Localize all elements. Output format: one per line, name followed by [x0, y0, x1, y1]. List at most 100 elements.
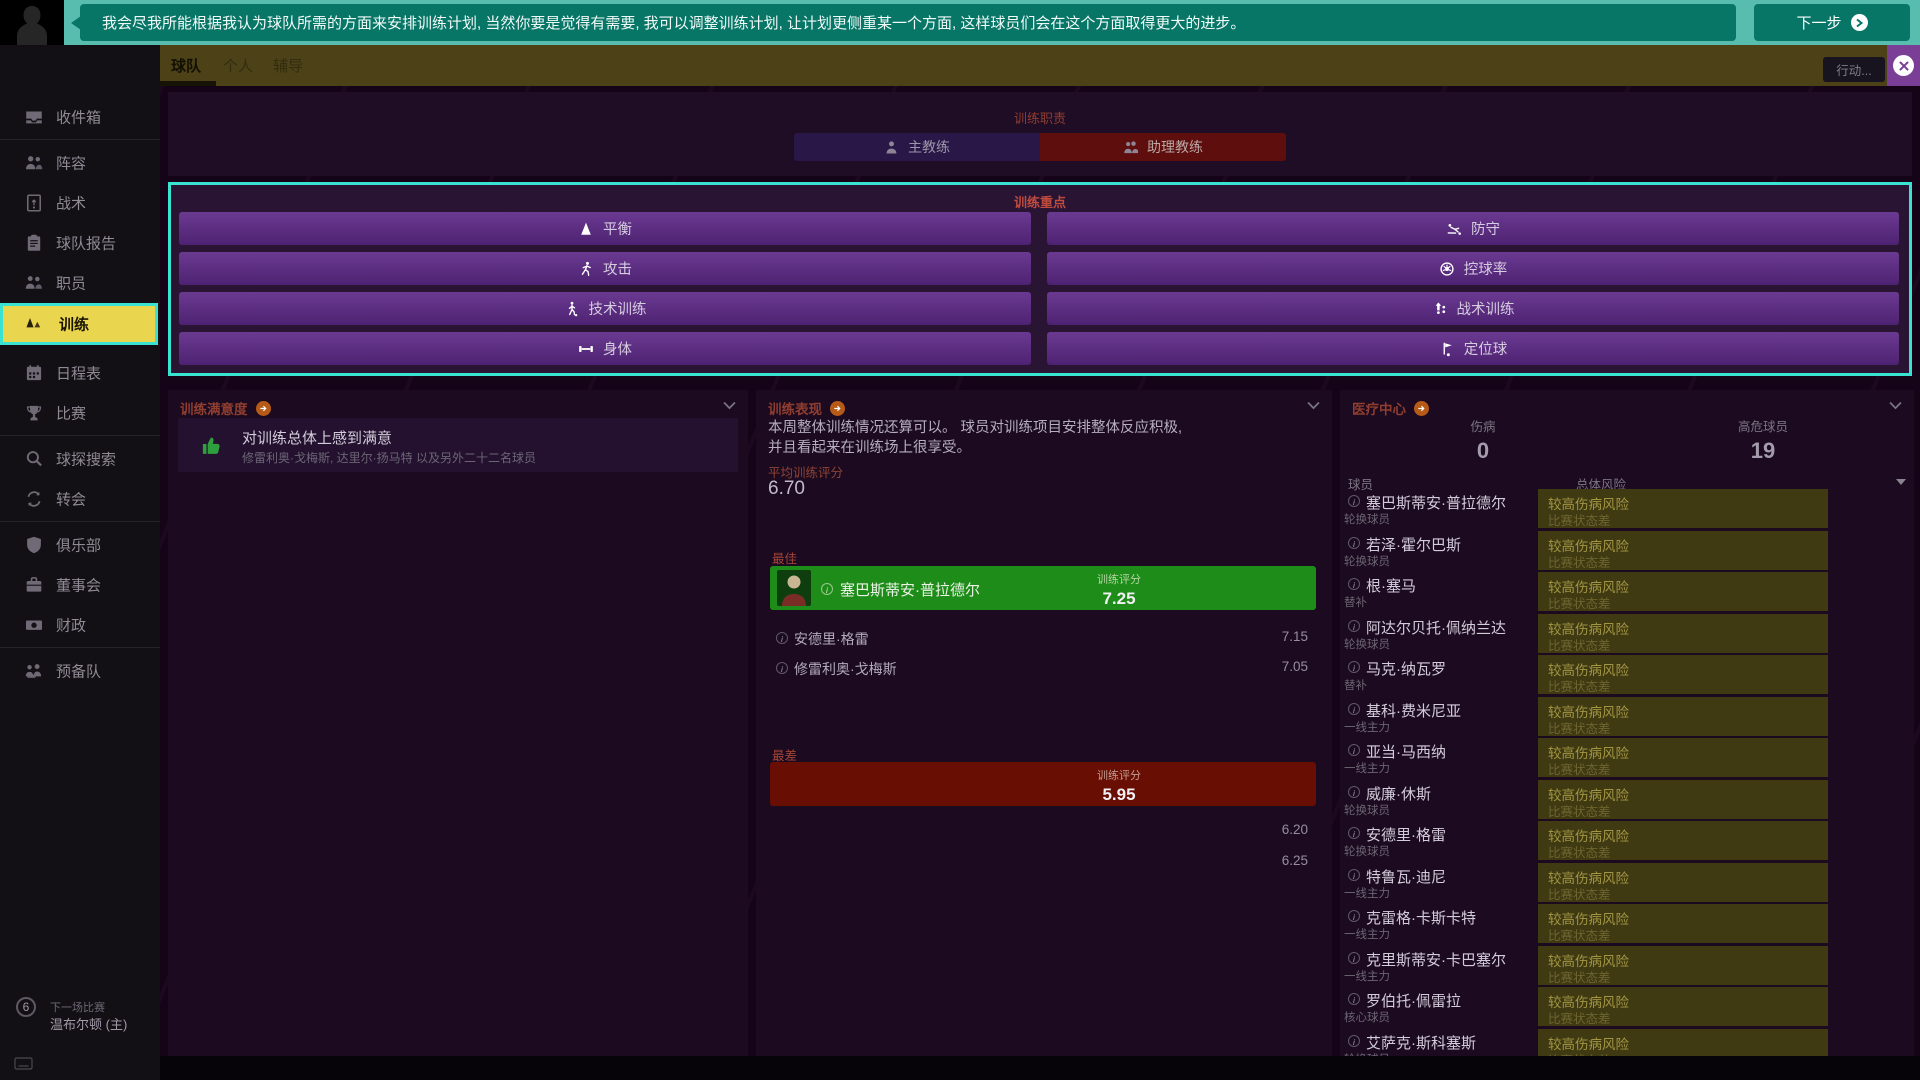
go-to-arrow-icon[interactable]	[830, 401, 845, 416]
info-icon[interactable]	[1348, 1035, 1360, 1047]
satisfaction-card[interactable]: 对训练总体上感到满意 修雷利奥·戈梅斯, 达里尔·扬马特 以及另外二十二名球员	[178, 418, 738, 472]
focus-button-possession[interactable]: 控球率	[1047, 252, 1899, 285]
player-name[interactable]: 艾萨克·斯科塞斯	[1366, 1032, 1476, 1053]
medical-player-row[interactable]: 塞巴斯蒂安·普拉德尔轮换球员较高伤病风险比赛状态差	[1340, 488, 1914, 530]
info-icon[interactable]	[1348, 910, 1360, 922]
tab-team[interactable]: 球队	[162, 45, 210, 86]
focus-button-attacking[interactable]: 攻击	[179, 252, 1031, 285]
rating-row[interactable]: 安德里·格雷7.15	[770, 622, 1316, 652]
sort-descending-icon[interactable]	[1896, 479, 1906, 485]
sidebar-item-inbox[interactable]: 收件箱	[0, 97, 160, 137]
sidebar-item-club[interactable]: 俱乐部	[0, 525, 160, 565]
player-name[interactable]: 根·塞马	[1366, 575, 1416, 596]
player-name[interactable]: 亚当·马西纳	[1366, 741, 1446, 762]
injury-risk-badge[interactable]: 较高伤病风险比赛状态差	[1538, 572, 1828, 611]
keyboard-icon[interactable]	[14, 1057, 33, 1070]
focus-button-technical[interactable]: 技术训练	[179, 292, 1031, 325]
player-name[interactable]: 若泽·霍尔巴斯	[1366, 534, 1461, 555]
injury-risk-badge[interactable]: 较高伤病风险比赛状态差	[1538, 946, 1828, 985]
rating-row[interactable]: 6.25	[770, 846, 1316, 876]
injury-risk-badge[interactable]: 较高伤病风险比赛状态差	[1538, 697, 1828, 736]
player-name[interactable]: 塞巴斯蒂安·普拉德尔	[1366, 492, 1506, 513]
focus-button-set-pieces[interactable]: 定位球	[1047, 332, 1899, 365]
info-icon[interactable]	[1348, 827, 1360, 839]
worst-player-row[interactable]: 训练评分 5.95	[770, 762, 1316, 806]
player-name[interactable]: 威廉·休斯	[1366, 783, 1431, 804]
injury-risk-badge[interactable]: 较高伤病风险比赛状态差	[1538, 531, 1828, 570]
chevron-down-icon[interactable]	[1307, 401, 1320, 410]
sidebar-item-finances[interactable]: 财政	[0, 605, 160, 645]
medical-player-row[interactable]: 亚当·马西纳一线主力较高伤病风险比赛状态差	[1340, 737, 1914, 779]
medical-player-row[interactable]: 若泽·霍尔巴斯轮换球员较高伤病风险比赛状态差	[1340, 530, 1914, 572]
medical-player-row[interactable]: 威廉·休斯轮换球员较高伤病风险比赛状态差	[1340, 779, 1914, 821]
medical-player-row[interactable]: 根·塞马替补较高伤病风险比赛状态差	[1340, 571, 1914, 613]
info-icon[interactable]	[1348, 495, 1360, 507]
medical-player-row[interactable]: 安德里·格雷轮换球员较高伤病风险比赛状态差	[1340, 820, 1914, 862]
close-button[interactable]	[1887, 45, 1920, 86]
duty-option-assistant-coach[interactable]: 助理教练	[1040, 133, 1286, 161]
focus-button-balanced[interactable]: 平衡	[179, 212, 1031, 245]
info-icon[interactable]	[1348, 952, 1360, 964]
medical-player-row[interactable]: 阿达尔贝托·佩纳兰达轮换球员较高伤病风险比赛状态差	[1340, 613, 1914, 655]
medical-player-row[interactable]: 特鲁瓦·迪尼一线主力较高伤病风险比赛状态差	[1340, 862, 1914, 904]
go-to-arrow-icon[interactable]	[1414, 401, 1429, 416]
player-name[interactable]: 马克·纳瓦罗	[1366, 658, 1446, 679]
sidebar-item-fixtures[interactable]: 比赛	[0, 393, 160, 433]
go-to-arrow-icon[interactable]	[256, 401, 271, 416]
medical-player-row[interactable]: 克雷格·卡斯卡特一线主力较高伤病风险比赛状态差	[1340, 903, 1914, 945]
info-icon[interactable]	[776, 662, 788, 674]
sidebar-item-team-report[interactable]: 球队报告	[0, 223, 160, 263]
player-name[interactable]: 安德里·格雷	[1366, 824, 1446, 845]
info-icon[interactable]	[776, 632, 788, 644]
player-name[interactable]: 阿达尔贝托·佩纳兰达	[1366, 617, 1506, 638]
sidebar-item-tactics[interactable]: 战术	[0, 183, 160, 223]
player-name[interactable]: 罗伯托·佩雷拉	[1366, 990, 1461, 1011]
injury-risk-badge[interactable]: 较高伤病风险比赛状态差	[1538, 738, 1828, 777]
info-icon[interactable]	[1348, 537, 1360, 549]
sidebar-item-schedule[interactable]: 日程表	[0, 353, 160, 393]
actions-button[interactable]: 行动...	[1823, 57, 1885, 82]
injury-risk-badge[interactable]: 较高伤病风险比赛状态差	[1538, 489, 1828, 528]
player-name[interactable]: 特鲁瓦·迪尼	[1366, 866, 1446, 887]
next-match-opponent[interactable]: 温布尔顿 (主)	[50, 1014, 127, 1033]
best-player-row[interactable]: 塞巴斯蒂安·普拉德尔 训练评分 7.25	[770, 566, 1316, 610]
info-icon[interactable]	[1348, 869, 1360, 881]
sidebar-item-squad[interactable]: 阵容	[0, 143, 160, 183]
focus-button-tactical[interactable]: 战术训练	[1047, 292, 1899, 325]
duty-option-head-coach[interactable]: 主教练	[794, 133, 1040, 161]
player-name[interactable]: 基科·费米尼亚	[1366, 700, 1461, 721]
focus-button-physical[interactable]: 身体	[179, 332, 1031, 365]
player-name[interactable]: 修雷利奥·戈梅斯	[794, 659, 897, 679]
tab-individual[interactable]: 个人	[214, 45, 262, 86]
injury-risk-badge[interactable]: 较高伤病风险比赛状态差	[1538, 987, 1828, 1026]
sidebar-item-reserves[interactable]: 预备队	[0, 651, 160, 691]
injury-risk-badge[interactable]: 较高伤病风险比赛状态差	[1538, 821, 1828, 860]
chevron-down-icon[interactable]	[723, 401, 736, 410]
sidebar-item-training[interactable]: 训练	[0, 303, 158, 345]
info-icon[interactable]	[1348, 661, 1360, 673]
sidebar-item-staff[interactable]: 职员	[0, 263, 160, 303]
info-icon[interactable]	[1348, 620, 1360, 632]
info-icon[interactable]	[1348, 786, 1360, 798]
chevron-down-icon[interactable]	[1889, 401, 1902, 410]
player-name[interactable]: 克里斯蒂安·卡巴塞尔	[1366, 949, 1506, 970]
injury-risk-badge[interactable]: 较高伤病风险比赛状态差	[1538, 863, 1828, 902]
player-name[interactable]: 安德里·格雷	[794, 629, 869, 649]
medical-player-row[interactable]: 基科·费米尼亚一线主力较高伤病风险比赛状态差	[1340, 696, 1914, 738]
rating-row[interactable]: 修雷利奥·戈梅斯7.05	[770, 652, 1316, 682]
sidebar-item-scouting[interactable]: 球探搜索	[0, 439, 160, 479]
injury-risk-badge[interactable]: 较高伤病风险比赛状态差	[1538, 780, 1828, 819]
info-icon[interactable]	[1348, 993, 1360, 1005]
injury-risk-badge[interactable]: 较高伤病风险比赛状态差	[1538, 655, 1828, 694]
info-icon[interactable]	[821, 583, 833, 595]
info-icon[interactable]	[1348, 703, 1360, 715]
medical-player-row[interactable]: 马克·纳瓦罗替补较高伤病风险比赛状态差	[1340, 654, 1914, 696]
next-step-button[interactable]: 下一步	[1754, 4, 1910, 41]
rating-row[interactable]: 6.20	[770, 815, 1316, 845]
best-player-name[interactable]: 塞巴斯蒂安·普拉德尔	[840, 579, 980, 600]
medical-player-row[interactable]: 罗伯托·佩雷拉核心球员较高伤病风险比赛状态差	[1340, 986, 1914, 1028]
player-name[interactable]: 克雷格·卡斯卡特	[1366, 907, 1476, 928]
medical-player-row[interactable]: 克里斯蒂安·卡巴塞尔一线主力较高伤病风险比赛状态差	[1340, 945, 1914, 987]
injury-risk-badge[interactable]: 较高伤病风险比赛状态差	[1538, 614, 1828, 653]
info-icon[interactable]	[1348, 744, 1360, 756]
